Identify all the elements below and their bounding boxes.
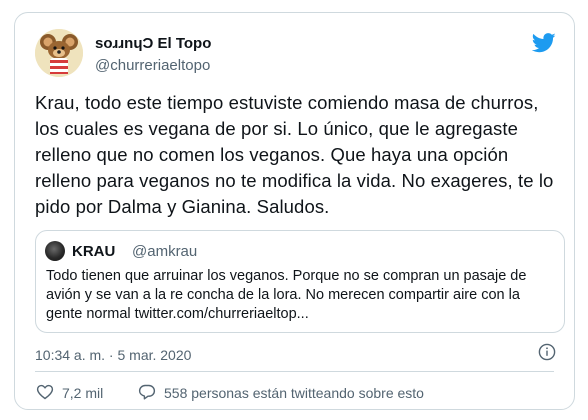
quoted-author-avatar[interactable] <box>45 241 65 261</box>
tweet-timestamp[interactable]: 10:34 a. m. · 5 mar. 2020 <box>35 347 191 363</box>
like-count[interactable]: 7,2 mil <box>62 385 103 401</box>
author-avatar[interactable] <box>35 29 83 77</box>
author-handle[interactable]: @churreriaeltopo <box>95 57 210 74</box>
quoted-author-name: KRAU <box>72 243 116 260</box>
info-icon[interactable] <box>538 343 556 361</box>
quoted-tweet[interactable]: KRAU @amkrau Todo tienen que arruinar lo… <box>35 230 565 333</box>
twitter-bird-icon[interactable] <box>532 33 556 53</box>
mouse-mascot-icon <box>35 29 83 77</box>
tweet-text: Krau, todo este tiempo estuviste comiend… <box>35 92 554 217</box>
conversation-count[interactable]: 558 personas están twitteando sobre esto <box>164 385 424 401</box>
divider <box>35 371 554 372</box>
heart-icon[interactable] <box>36 383 54 401</box>
speech-bubble-icon[interactable] <box>138 383 156 401</box>
author-display-name[interactable]: soɹɹnɥƆ El Topo <box>95 35 211 52</box>
quoted-author-handle: @amkrau <box>132 243 198 260</box>
tweet-card: soɹɹnɥƆ El Topo @churreriaeltopo Krau, t… <box>14 12 575 410</box>
quoted-tweet-text: Todo tienen que arruinar los veganos. Po… <box>46 268 527 322</box>
